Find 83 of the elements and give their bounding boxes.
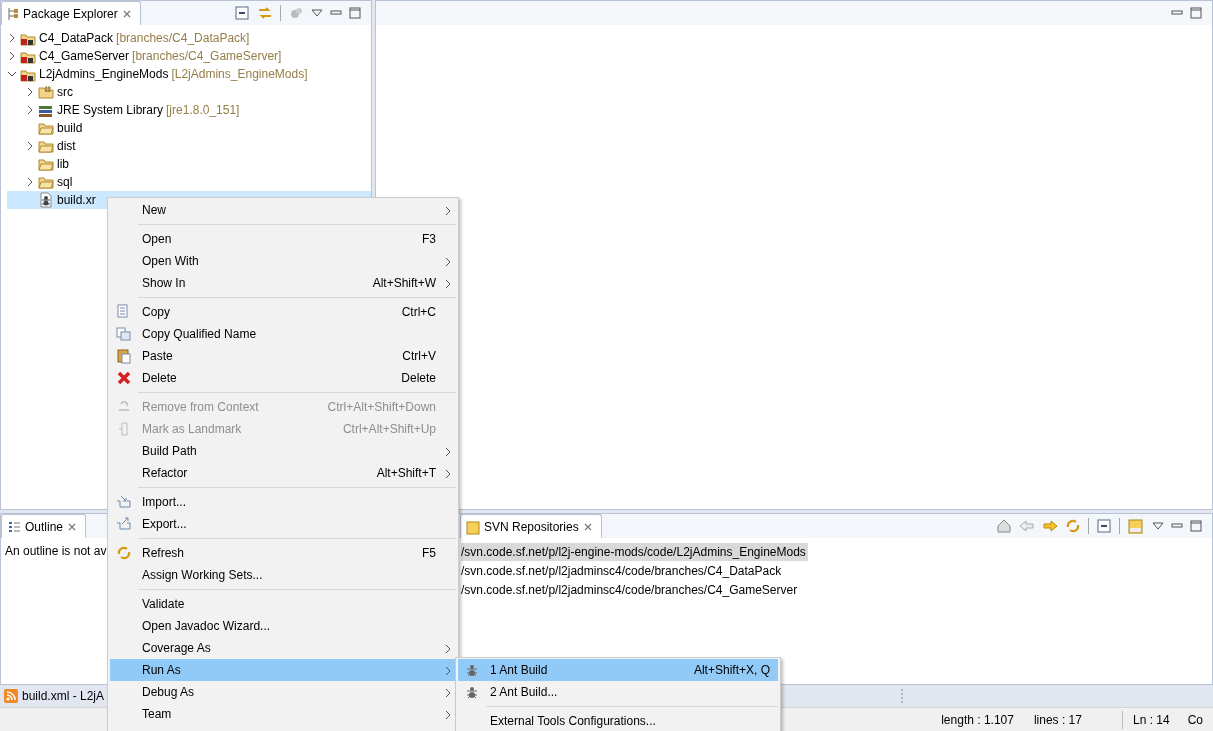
export-icon	[116, 516, 132, 532]
ant-icon	[464, 662, 480, 678]
tree-item-decoration: [branches/C4_DataPack]	[116, 30, 250, 47]
repository-url[interactable]: /svn.code.sf.net/p/l2j-engine-mods/code/L2jAdmins_EngineMods	[461, 542, 808, 561]
close-icon[interactable]	[67, 521, 78, 532]
home-icon[interactable]	[996, 518, 1012, 534]
maximize-icon[interactable]	[1190, 7, 1202, 19]
copy-icon	[116, 326, 132, 342]
menu-item[interactable]: Open With	[110, 250, 456, 272]
outline-icon	[7, 520, 21, 533]
menu-item[interactable]: External Tools Configurations...	[458, 710, 778, 731]
view-menu-icon[interactable]	[1152, 521, 1164, 531]
tree-item[interactable]: src	[57, 83, 73, 101]
menu-item[interactable]: New	[110, 199, 456, 221]
menu-item[interactable]: Debug As	[110, 681, 456, 703]
import-icon	[116, 494, 132, 510]
ant-file-icon	[38, 192, 54, 208]
repository-url[interactable]: /svn.code.sf.net/p/l2jadminsc4/code/branches/C4_GameServer	[461, 580, 800, 599]
close-icon[interactable]	[121, 8, 132, 19]
tree-item[interactable]: dist	[57, 137, 76, 155]
menu-item[interactable]: Refactor Alt+Shift+T	[110, 462, 456, 484]
menu-item[interactable]: Paste Ctrl+V	[110, 345, 456, 367]
menu-item[interactable]: Validate	[110, 593, 456, 615]
source-folder-icon	[38, 84, 54, 100]
package-icon	[7, 6, 19, 21]
tree-item-decoration: [jre1.8.0_151]	[166, 102, 240, 119]
tree-item[interactable]: JRE System Library	[57, 101, 164, 119]
maximize-icon[interactable]	[1190, 520, 1202, 532]
status-field: lines : 17	[1023, 710, 1092, 729]
menu-item[interactable]: Assign Working Sets...	[110, 564, 456, 586]
collapse-all-icon[interactable]	[1096, 518, 1112, 534]
feed-icon[interactable]	[4, 689, 18, 703]
delete-icon	[116, 370, 132, 386]
sync-icon[interactable]	[1065, 518, 1081, 534]
tree-item[interactable]: C4_DataPack	[39, 29, 114, 47]
minimize-icon[interactable]	[1171, 8, 1183, 18]
view-menu-icon[interactable]	[311, 8, 323, 18]
outline-message: An outline is not av	[5, 543, 107, 560]
maximize-icon[interactable]	[349, 7, 361, 19]
menu-item[interactable]: Import...	[110, 491, 456, 513]
repository-icon	[466, 518, 480, 535]
refresh-icon	[116, 545, 132, 561]
minimize-icon[interactable]	[330, 8, 342, 18]
tree-item-decoration: [L2jAdmins_EngineMods]	[171, 66, 308, 83]
menu-item[interactable]: Run As	[110, 659, 456, 681]
menu-item[interactable]: 2 Ant Build...	[458, 681, 778, 703]
folder-icon	[38, 138, 54, 154]
ant-icon	[464, 684, 480, 700]
menu-item[interactable]: Copy Qualified Name	[110, 323, 456, 345]
collapse-all-icon[interactable]	[234, 5, 250, 21]
paste-icon	[116, 348, 132, 364]
minimized-editor-tab[interactable]: build.xml - L2jA	[22, 687, 105, 705]
tree-item-decoration: [branches/C4_GameServer]	[132, 48, 282, 65]
tree-item[interactable]: C4_GameServer	[39, 47, 130, 65]
tree-item[interactable]: lib	[57, 155, 69, 173]
repository-icon[interactable]	[1127, 518, 1145, 534]
menu-item[interactable]: Build Path	[110, 440, 456, 462]
menu-item[interactable]: Open Javadoc Wizard...	[110, 615, 456, 637]
menu-item[interactable]: Show In Alt+Shift+W	[110, 272, 456, 294]
menu-item[interactable]: Copy Ctrl+C	[110, 301, 456, 323]
tree-item[interactable]: build.xr	[57, 191, 96, 209]
tree-item[interactable]: L2jAdmins_EngineMods	[39, 65, 169, 83]
status-field: Co	[1179, 710, 1213, 729]
menu-item[interactable]: Refresh F5	[110, 542, 456, 564]
folder-icon	[38, 120, 54, 136]
menu-item[interactable]: Coverage As	[110, 637, 456, 659]
menu-item[interactable]: 1 Ant Build Alt+Shift+X, Q	[458, 659, 778, 681]
menu-item[interactable]: Export...	[110, 513, 456, 535]
tree-item[interactable]: build	[57, 119, 83, 137]
menu-item[interactable]: Delete Delete	[110, 367, 456, 389]
folder-icon	[38, 174, 54, 190]
folder-icon	[38, 156, 54, 172]
repository-url[interactable]: /svn.code.sf.net/p/l2jadminsc4/code/branches/C4_DataPack	[461, 561, 784, 580]
link-icon[interactable]	[257, 5, 273, 21]
menu-item[interactable]: Team	[110, 703, 456, 725]
forward-arrow-icon[interactable]	[1042, 518, 1058, 534]
minimize-icon[interactable]	[1171, 521, 1183, 531]
tree-item[interactable]: sql	[57, 173, 73, 191]
menu-item[interactable]: Open F3	[110, 228, 456, 250]
status-field: Ln : 14	[1122, 710, 1180, 729]
drag-handle[interactable]	[900, 688, 904, 704]
status-field: length : 1.107	[931, 710, 1024, 729]
close-icon[interactable]	[582, 521, 593, 532]
